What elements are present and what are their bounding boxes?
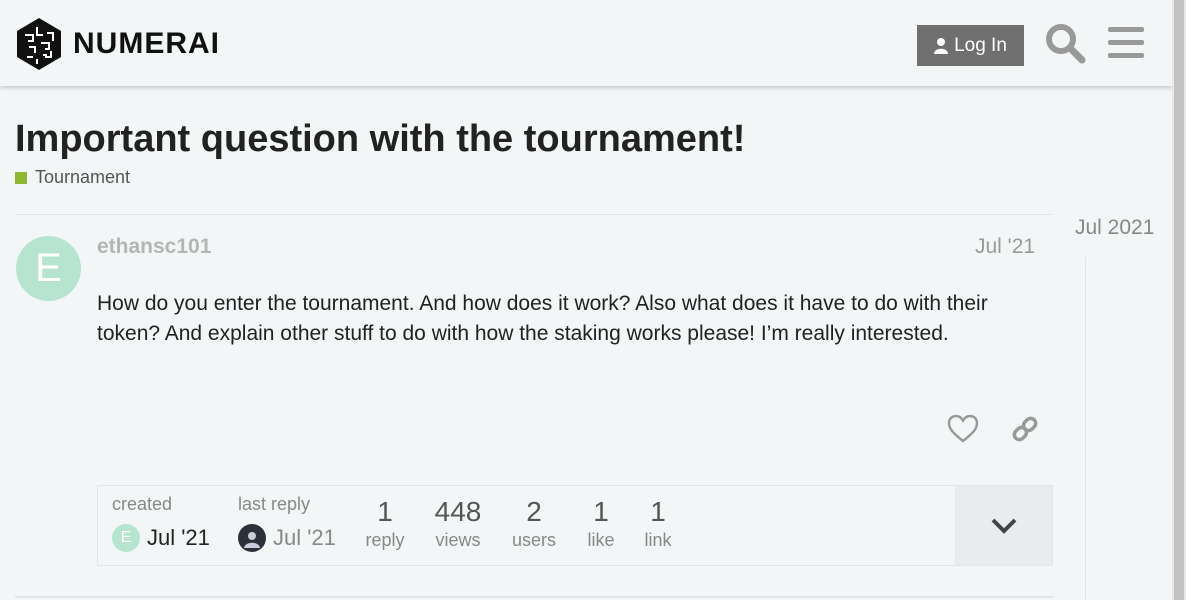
category-name: Tournament xyxy=(35,167,131,187)
post-body: How do you enter the tournament. And how… xyxy=(97,292,988,345)
topic-title[interactable]: Important question with the tournament! xyxy=(15,118,745,161)
post-date[interactable]: Jul '21 xyxy=(975,235,1035,259)
stat-number: 448 xyxy=(434,496,482,527)
site-header: NUMERAI Log In xyxy=(0,0,1172,86)
topic-map: created E Jul '21 last reply Jul '21 1 r… xyxy=(97,485,1053,566)
scrollbar[interactable] xyxy=(1172,0,1186,600)
stat-number: 2 xyxy=(526,496,542,527)
creator-avatar[interactable]: E xyxy=(112,524,140,552)
last-reply-info: last reply Jul '21 xyxy=(238,494,336,552)
brand-name: NUMERAI xyxy=(73,27,220,60)
created-date[interactable]: Jul '21 xyxy=(147,525,210,551)
stat-label: users xyxy=(511,530,556,550)
stat-label: link xyxy=(644,530,672,550)
stat-users: 2 users xyxy=(509,496,559,551)
chevron-down-icon xyxy=(991,518,1016,534)
user-icon xyxy=(934,37,949,54)
numerai-logo-icon xyxy=(17,18,61,70)
stat-number: 1 xyxy=(593,496,609,527)
stat-label: like xyxy=(587,530,615,550)
last-reply-date[interactable]: Jul '21 xyxy=(273,525,336,551)
stat-number: 1 xyxy=(377,496,393,527)
stat-links: 1 link xyxy=(639,496,677,551)
divider xyxy=(15,214,1053,215)
site-logo[interactable]: NUMERAI xyxy=(15,17,220,71)
search-icon[interactable] xyxy=(1044,22,1086,64)
hamburger-menu-icon[interactable] xyxy=(1108,26,1144,60)
timeline-scroll-track[interactable] xyxy=(1085,257,1086,600)
login-button[interactable]: Log In xyxy=(917,25,1024,66)
timeline-date[interactable]: Jul 2021 xyxy=(1075,216,1154,240)
login-label: Log In xyxy=(954,34,1007,56)
stat-label: views xyxy=(435,530,481,550)
stat-label: reply xyxy=(365,530,405,550)
created-label: created xyxy=(112,494,173,514)
stat-replies: 1 reply xyxy=(362,496,408,551)
expand-topic-map-button[interactable] xyxy=(955,486,1052,565)
user-photo-icon xyxy=(244,532,260,548)
category-color-square xyxy=(15,171,27,184)
heart-icon[interactable] xyxy=(947,414,979,444)
created-info: created E Jul '21 xyxy=(112,494,210,552)
stat-number: 1 xyxy=(650,496,666,527)
stat-views: 448 views xyxy=(430,496,486,551)
post-username[interactable]: ethansc101 xyxy=(97,235,211,259)
stat-likes: 1 like xyxy=(582,496,620,551)
last-replier-avatar[interactable] xyxy=(238,524,266,552)
category-badge[interactable]: Tournament xyxy=(15,167,130,188)
scrollbar-thumb[interactable] xyxy=(1174,0,1184,600)
last-reply-label: last reply xyxy=(238,494,311,514)
link-icon[interactable] xyxy=(1010,414,1040,444)
divider xyxy=(15,596,1053,598)
avatar[interactable]: E xyxy=(16,236,81,301)
